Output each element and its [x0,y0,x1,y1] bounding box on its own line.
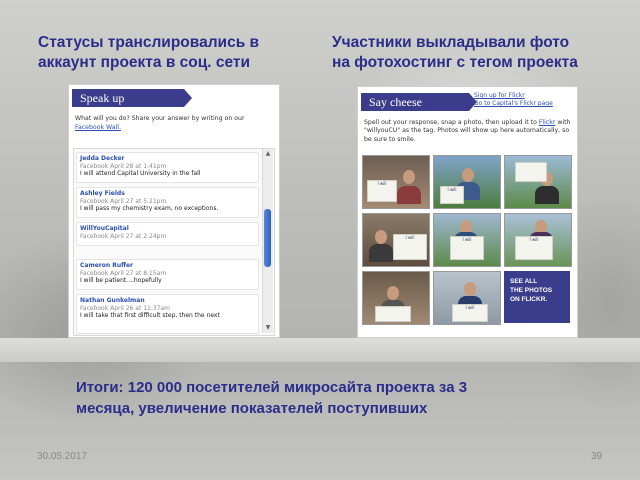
speak-up-prompt: What will you do? Share your answer by w… [75,115,271,132]
flickr-photo[interactable]: I will [433,271,501,325]
see-all-photos-button[interactable]: SEE ALL THE PHOTOS ON FLICKR. [504,271,570,323]
flickr-links: Sign up for Flickr Go to Capital's Flick… [474,92,553,108]
post-text: I will be patient....hopefully [80,277,162,284]
feed-post: Cameron Ruffer Facebook April 27 at 8:15… [76,259,259,290]
flickr-link[interactable]: Flickr [539,119,556,126]
flickr-photo[interactable] [504,155,572,209]
flickr-page-link[interactable]: Go to Capital's Flickr page [474,100,553,108]
right-heading: Участники выкладывали фото на фотохостин… [332,33,622,73]
scrollbar-thumb[interactable] [264,209,271,267]
flickr-photo[interactable] [362,271,430,325]
post-meta: Facebook April 27 at 5:21pm [80,197,167,205]
results-summary: Итоги: 120 000 посетителей микросайта пр… [76,377,546,419]
post-text: I will attend Capital University in the … [80,170,201,177]
post-text: I will pass my chemistry exam, no except… [80,205,219,212]
post-text: I will take that first difficult step, t… [80,312,220,319]
flickr-signup-link[interactable]: Sign up for Flickr [474,92,553,100]
post-author[interactable]: Jedda Decker [80,155,255,163]
post-meta: Facebook April 28 at 1:41pm [80,162,167,170]
photo-sign: I will [515,236,553,260]
post-author[interactable]: WillYouCapital [80,225,255,233]
photo-sign: I will [450,236,484,260]
right-heading-line-2: на фотохостинг с тегом проекта [332,54,578,71]
left-heading-line-2: аккаунт проекта в соц. сети [38,54,251,71]
post-meta: Facebook April 26 at 11:37am [80,304,171,312]
left-heading: Статусы транслировались в аккаунт проект… [38,33,308,73]
see-all-line-1: SEE ALL [510,278,538,285]
instructions-text-1: Spell out your response, snap a photo, t… [364,119,537,126]
left-heading-line-1: Статусы транслировались в [38,34,260,51]
scroll-up-arrow-icon[interactable]: ▲ [264,150,272,158]
see-all-line-2: THE PHOTOS [510,287,553,294]
facebook-feed[interactable]: Jedda Decker Facebook April 28 at 1:41pm… [73,148,275,336]
flickr-photo[interactable]: I will [362,155,430,209]
see-all-line-3: ON FLICKR. [510,296,548,303]
feed-post: Ashley Fields Facebook April 27 at 5:21p… [76,187,259,218]
scroll-down-arrow-icon[interactable]: ▼ [264,324,272,332]
feed-post: Jedda Decker Facebook April 28 at 1:41pm… [76,152,259,183]
feed-scrollbar[interactable]: ▲ ▼ [262,149,273,333]
flickr-photo[interactable]: I will [362,213,430,267]
photo-sign: I will [393,234,427,260]
photo-sign [515,162,547,182]
post-author[interactable]: Ashley Fields [80,190,255,198]
footer-date: 30.05.2017 [37,451,88,462]
post-author[interactable]: Nathan Gunkelman [80,297,255,305]
photo-sign: I will [440,186,464,204]
say-cheese-panel: Say cheese Sign up for Flickr Go to Capi… [357,86,578,338]
post-author[interactable]: Cameron Ruffer [80,262,255,270]
post-meta: Facebook April 27 at 8:15am [80,269,167,277]
photo-sign: I will [452,304,488,322]
post-meta: Facebook April 27 at 2:24pm [80,232,167,240]
photo-sign [375,306,411,322]
speak-up-panel: Speak up What will you do? Share your an… [68,84,280,338]
flickr-photo[interactable]: I will [504,213,572,267]
feed-post: Nathan Gunkelman Facebook April 26 at 11… [76,294,259,334]
facebook-wall-link[interactable]: Facebook Wall. [75,124,121,131]
results-line-2: месяца, увеличение показателей поступивш… [76,400,428,417]
flickr-photo[interactable]: I will [433,213,501,267]
speak-up-tab: Speak up [72,89,192,107]
prompt-text: What will you do? Share your answer by w… [75,115,245,122]
feed-post: WillYouCapital Facebook April 27 at 2:24… [76,222,259,246]
right-heading-line-1: Участники выкладывали фото [332,34,570,51]
photo-instructions: Spell out your response, snap a photo, t… [364,119,572,144]
results-line-1: Итоги: 120 000 посетителей микросайта пр… [76,379,468,396]
photo-sign: I will [367,180,397,202]
flickr-photo[interactable]: I will [433,155,501,209]
say-cheese-tab: Say cheese [361,93,477,111]
page-number: 39 [591,451,603,462]
